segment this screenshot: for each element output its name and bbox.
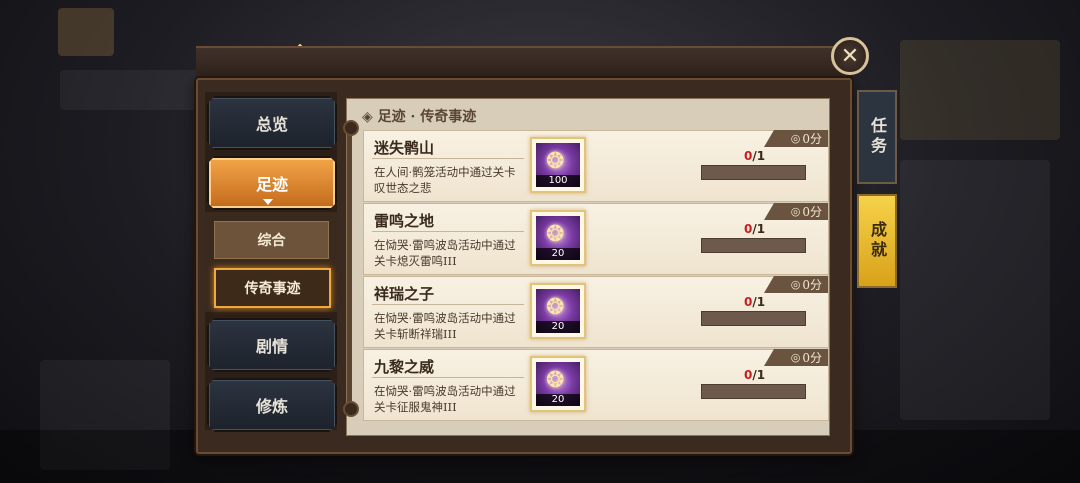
rail-top-knob: [343, 120, 359, 136]
divider: [372, 158, 524, 159]
progress-text: 0/1: [744, 295, 765, 309]
gem-icon: ❂ 20: [536, 216, 580, 260]
score-badge: ◎ 0分: [764, 130, 828, 147]
gem-icon: ❂ 20: [536, 362, 580, 406]
subnav-legend-button[interactable]: 传奇事迹: [214, 268, 331, 308]
reward-item[interactable]: ❂ 20: [530, 283, 586, 339]
diamond-icon: ◈: [362, 109, 373, 125]
progress-text: 0/1: [744, 222, 765, 236]
score-badge: ◎ 0分: [764, 276, 828, 293]
score-value: 0分: [802, 205, 822, 219]
achievement-name: 祥瑞之子: [374, 285, 435, 303]
reward-glyph: ❂: [546, 149, 565, 174]
achievement-name: 雷鸣之地: [374, 212, 435, 230]
panel-header-bar: [196, 46, 848, 82]
nav-overview-button[interactable]: 总览: [207, 96, 337, 150]
achievement-card[interactable]: 迷失鹘山 在人间·鹘笼活动中通过关卡叹世态之悲 ❂ 100 ◎ 0分 0/1: [363, 130, 829, 202]
close-button[interactable]: ✕: [831, 37, 869, 75]
reward-count: 20: [536, 394, 580, 406]
progress-bar: [701, 238, 806, 253]
gem-icon: ❂ 20: [536, 289, 580, 333]
score-value: 0分: [802, 132, 822, 146]
reward-count: 20: [536, 248, 580, 260]
nav-cultivation-button[interactable]: 修炼: [207, 378, 337, 432]
nav-story-button[interactable]: 剧情: [207, 318, 337, 372]
progress-bar: [701, 311, 806, 326]
reward-glyph: ❂: [546, 295, 565, 320]
score-badge: ◎ 0分: [764, 203, 828, 220]
trophy-icon: ◎: [790, 205, 801, 218]
score-value: 0分: [802, 278, 822, 292]
trophy-icon: ◎: [790, 278, 801, 291]
divider: [372, 304, 524, 305]
reward-item[interactable]: ❂ 100: [530, 137, 586, 193]
reward-glyph: ❂: [546, 368, 565, 393]
progress-text: 0/1: [744, 368, 765, 382]
background-avatar: [58, 8, 114, 56]
achievement-name: 九黎之威: [374, 358, 435, 376]
trophy-icon: ◎: [790, 132, 801, 145]
score-value: 0分: [802, 351, 822, 365]
tab-achievements[interactable]: 成就: [857, 194, 897, 288]
achievement-description: 在恸哭·雷鸣波岛活动中通过关卡征服鬼神III: [374, 384, 516, 414]
divider: [372, 231, 524, 232]
rail-bottom-knob: [343, 401, 359, 417]
progress-total: /1: [752, 222, 766, 236]
background-hud: [900, 40, 1060, 140]
reward-item[interactable]: ❂ 20: [530, 356, 586, 412]
trophy-icon: ◎: [790, 351, 801, 364]
subnav-general-button[interactable]: 综合: [214, 221, 329, 259]
reward-count: 20: [536, 321, 580, 333]
section-title: ◈ 足迹 · 传奇事迹: [362, 106, 476, 126]
progress-total: /1: [752, 295, 766, 309]
list-scroll-rail[interactable]: [347, 124, 352, 408]
reward-glyph: ❂: [546, 222, 565, 247]
progress-bar: [701, 165, 806, 180]
achievement-description: 在恸哭·雷鸣波岛活动中通过关卡斩断祥瑞III: [374, 311, 516, 341]
progress-text: 0/1: [744, 149, 765, 163]
section-title-text: 足迹 · 传奇事迹: [377, 109, 477, 125]
achievement-description: 在恸哭·雷鸣波岛活动中通过关卡熄灭雷鸣III: [374, 238, 516, 268]
reward-count: 100: [536, 175, 580, 187]
achievement-card[interactable]: 九黎之威 在恸哭·雷鸣波岛活动中通过关卡征服鬼神III ❂ 20 ◎ 0分 0/1: [363, 349, 829, 421]
progress-bar: [701, 384, 806, 399]
tab-tasks[interactable]: 任务: [857, 90, 897, 184]
score-badge: ◎ 0分: [764, 349, 828, 366]
background-hud: [900, 160, 1050, 420]
reward-item[interactable]: ❂ 20: [530, 210, 586, 266]
background-hud: [60, 70, 200, 110]
achievement-card[interactable]: 雷鸣之地 在恸哭·雷鸣波岛活动中通过关卡熄灭雷鸣III ❂ 20 ◎ 0分 0/1: [363, 203, 829, 275]
achievement-description: 在人间·鹘笼活动中通过关卡叹世态之悲: [374, 165, 516, 195]
divider: [372, 377, 524, 378]
progress-total: /1: [752, 368, 766, 382]
achievement-card[interactable]: 祥瑞之子 在恸哭·雷鸣波岛活动中通过关卡斩断祥瑞III ❂ 20 ◎ 0分 0/1: [363, 276, 829, 348]
gem-icon: ❂ 100: [536, 143, 580, 187]
chevron-down-icon: [263, 199, 273, 205]
achievement-name: 迷失鹘山: [374, 139, 435, 157]
progress-total: /1: [752, 149, 766, 163]
